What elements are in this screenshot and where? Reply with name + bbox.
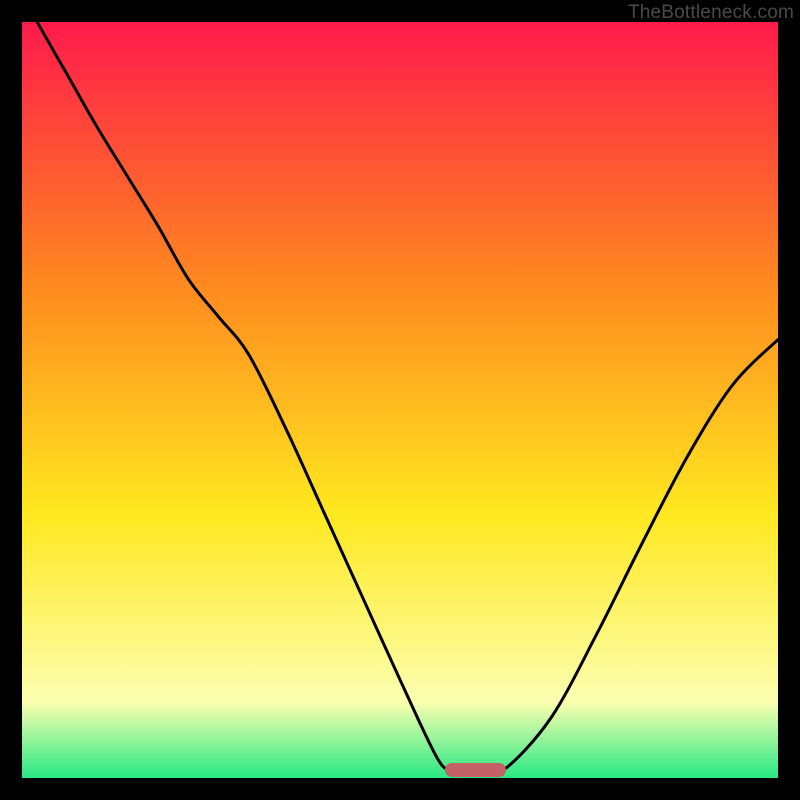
chart-frame [22, 22, 778, 778]
bottleneck-chart [22, 22, 778, 778]
attribution-text: TheBottleneck.com [628, 2, 794, 24]
gradient-background [22, 22, 778, 778]
optimal-marker [445, 763, 505, 777]
